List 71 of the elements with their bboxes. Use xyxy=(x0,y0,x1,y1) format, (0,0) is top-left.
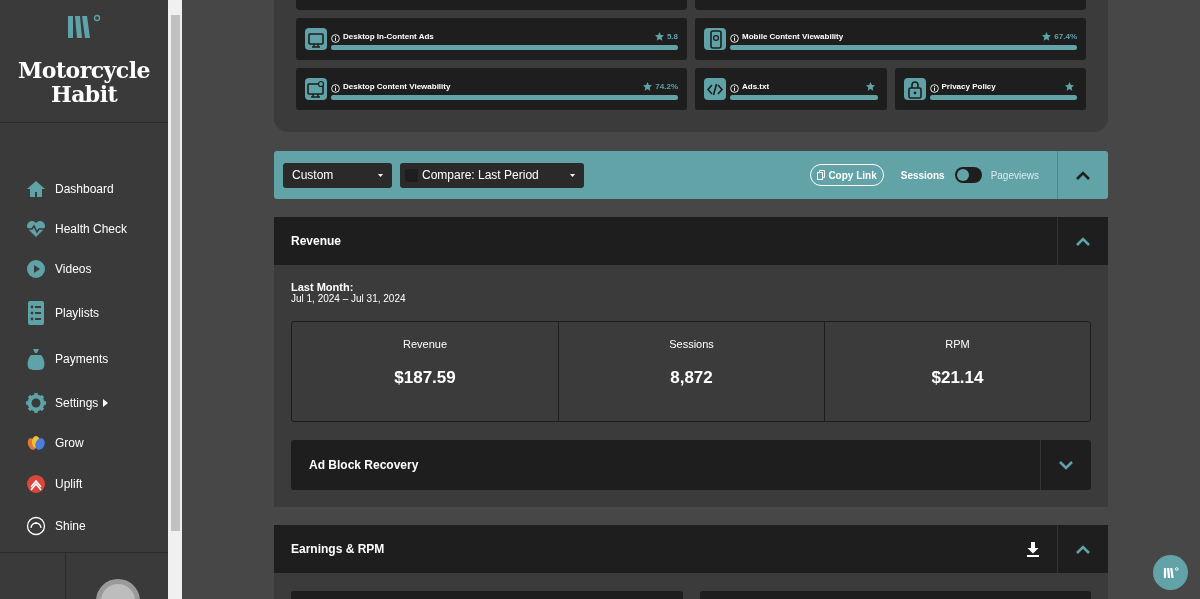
collapsible-panel: Ad Block Recovery xyxy=(291,440,1091,490)
info-icon[interactable] xyxy=(331,33,340,43)
date-range-dropdown[interactable]: Custom xyxy=(283,162,392,188)
star-icon xyxy=(865,82,875,91)
info-icon[interactable] xyxy=(331,83,340,93)
download-icon[interactable] xyxy=(1026,541,1040,557)
chevron-up-icon xyxy=(1076,170,1090,180)
star-icon xyxy=(1042,32,1052,41)
info-icon[interactable] xyxy=(730,33,739,43)
nav-item[interactable]: Shine xyxy=(0,516,168,536)
lock-icon xyxy=(903,78,926,100)
metric-title: Mobile Content Viewability xyxy=(742,30,844,43)
site-title: Motorcycle Habit xyxy=(17,58,151,106)
section-title: Earnings & RPM xyxy=(291,541,385,558)
nav-item[interactable]: Dashboard xyxy=(0,179,168,199)
metric-title: Desktop Content Viewability xyxy=(343,80,451,93)
stat-label: Revenue xyxy=(402,337,447,352)
chevron-down-icon xyxy=(1059,460,1073,470)
score-text: 74.2% xyxy=(655,80,678,93)
nav-item[interactable]: Uplift xyxy=(0,474,168,494)
toggle-label: Pageviews xyxy=(990,168,1039,183)
info-icon[interactable] xyxy=(929,83,939,93)
metric-title: Privacy Policy xyxy=(941,80,996,93)
phone-icon xyxy=(704,28,726,50)
caret-icon xyxy=(378,173,383,177)
home-icon xyxy=(26,179,46,199)
metric-toggle[interactable] xyxy=(954,167,982,183)
heart-pulse-icon xyxy=(26,219,46,239)
period-label: Last Month: xyxy=(291,281,355,293)
metric-title: Desktop In-Content Ads xyxy=(343,30,434,43)
caret-icon xyxy=(570,173,575,177)
star-icon xyxy=(654,32,664,41)
help-chat-button[interactable] xyxy=(1153,555,1188,590)
star-icon xyxy=(643,82,653,91)
nav-item[interactable]: Payments xyxy=(0,349,168,369)
chevron-up-icon xyxy=(1076,544,1090,554)
stat-value: $21.14 xyxy=(931,366,984,389)
stat-value: $187.59 xyxy=(394,366,456,389)
compare-dropdown[interactable]: Compare: Last Period xyxy=(400,162,584,188)
score-text: 67.4% xyxy=(1054,30,1077,43)
logo-icon xyxy=(1162,566,1179,579)
metric-title: Ads.txt xyxy=(742,80,770,93)
nav-item[interactable]: Videos xyxy=(0,259,168,279)
checklist-icon xyxy=(27,301,45,325)
scrollbar[interactable] xyxy=(168,0,182,599)
chevron-up-icon xyxy=(1076,236,1090,246)
petals-icon xyxy=(26,433,46,453)
score-text: 5.8 xyxy=(666,30,678,43)
stat-label: RPM xyxy=(945,337,970,352)
money-bag-icon xyxy=(27,348,45,370)
nav-item[interactable]: Health Check xyxy=(0,219,168,239)
stat-label: Sessions xyxy=(669,337,714,352)
code-icon xyxy=(704,78,726,100)
sunrise-icon xyxy=(26,516,46,536)
section-title: Revenue xyxy=(291,233,342,250)
chevron-badge-icon xyxy=(26,474,46,494)
copy-icon xyxy=(817,170,826,180)
period-dates: Jul 1, 2024 – Jul 31, 2024 xyxy=(291,293,407,305)
toggle-label: Sessions xyxy=(900,168,945,183)
stat-value: 8,872 xyxy=(670,366,713,389)
desktop-icon xyxy=(305,28,327,50)
caret-icon xyxy=(103,399,109,407)
desktop-icon xyxy=(305,78,327,100)
nav-item[interactable]: Playlists xyxy=(0,303,168,323)
play-icon xyxy=(26,259,46,279)
gear-icon xyxy=(26,393,46,413)
info-icon[interactable] xyxy=(730,83,739,93)
logo-icon xyxy=(66,14,102,40)
star-icon xyxy=(1065,82,1074,91)
nav-item[interactable]: Grow xyxy=(0,433,168,453)
nav-item[interactable]: Settings xyxy=(0,393,168,413)
